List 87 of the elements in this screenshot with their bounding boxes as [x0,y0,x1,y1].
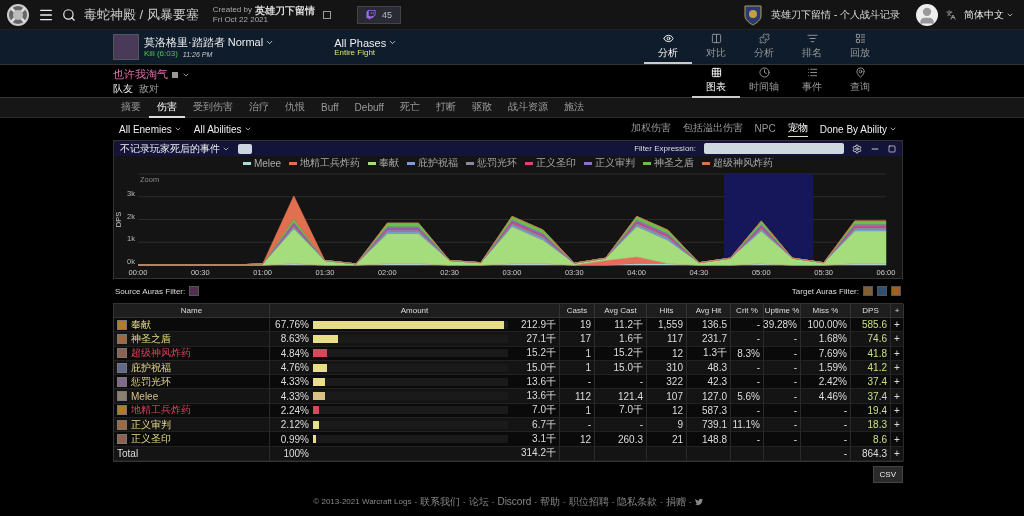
table-cell: 2.42% [801,375,851,390]
footer-separator: - [563,497,566,507]
created-by-label: Created by [212,5,252,14]
table-cell: 21 [647,432,687,447]
table-cell: 231.7 [687,332,731,347]
author-name: 英雄刀下留情 [255,4,315,16]
percent-text: 67.76% [274,319,309,331]
filter-expression-label: Filter Expression: [634,144,696,153]
source-auras-label: Source Auras Filter: [115,286,186,296]
table-cell: 42.3 [687,375,731,390]
report-title: 毒蛇神殿 / 风暴要塞 [84,5,199,24]
table-cell: 100.00% [801,318,851,333]
table-cell: 8.6 [851,432,891,447]
table-cell: 107 [647,389,687,404]
table-cell: - [595,418,647,433]
table-cell: 121.4 [595,389,647,404]
table-cell: 5.6% [731,389,764,404]
footer-separator: - [660,497,663,507]
percent-text: 0.99% [279,433,309,445]
footer-separator: - [491,497,495,507]
footer-separator: - [463,497,466,507]
amount-text: 3.1千 [531,432,556,447]
amount-text: 13.6千 [525,389,556,404]
percent-text: 4.33% [279,390,309,402]
table-cell: 585.6 [851,318,891,333]
table-cell: 11.2千 [595,318,647,333]
amount-text: 15.0千 [525,360,556,375]
amount-text: 6.7千 [531,417,556,432]
footer-separator: - [414,497,418,507]
percent-text: 8.63% [279,333,309,345]
kill-result: Kill (6:03) [144,50,178,59]
table-cell: 18.3 [851,418,891,433]
percent-text: 2.12% [279,419,309,431]
amount-text: 27.1千 [525,331,556,346]
table-cell: 739.1 [687,418,731,433]
table-cell: 19 [560,318,595,333]
table-cell: - [764,432,801,447]
percent-text: 4.33% [279,376,309,388]
table-cell: - [801,432,851,447]
table-cell: - [764,332,801,347]
table-cell: - [731,332,764,347]
table-cell: - [560,418,595,433]
table-cell: 127.0 [687,389,731,404]
table-cell: 37.4 [851,375,891,390]
table-cell: 136.5 [687,318,731,333]
table-cell: - [801,418,851,433]
table-cell: 1,559 [647,318,687,333]
table-cell: 117 [647,332,687,347]
footer-separator: - [611,497,615,507]
footer-separator: - [689,497,692,507]
table-cell: 9 [647,418,687,433]
table-cell: 17 [560,332,595,347]
percent-text: 100% [282,447,309,459]
table-cell: - [764,389,801,404]
table-cell: 12 [560,432,595,447]
player-name: 也许我淘气 [113,68,168,81]
table-cell: 39.28% [764,318,801,333]
amount-text: 15.2千 [525,346,556,361]
copyright-text: © 2013-2021 Warcraft Logs [313,497,412,507]
table-cell: 148.8 [687,432,731,447]
table-cell: 1.68% [801,332,851,347]
table-cell: - [764,375,801,390]
table-cell: - [560,375,595,390]
amount-text: 314.2千 [520,446,556,461]
percent-text: 4.84% [279,347,309,359]
table-cell: 112 [560,389,595,404]
table-cell: - [731,375,764,390]
table-cell: 37.4 [851,389,891,404]
table-cell: 74.6 [851,332,891,347]
percent-text: 2.24% [279,404,309,416]
table-cell: - [731,432,764,447]
table-cell: 4.46% [801,389,851,404]
table-cell: 322 [647,375,687,390]
footer-separator: - [534,497,537,507]
table-cell: - [731,318,764,333]
amount-text: 212.9千 [519,317,556,332]
phase-subtitle: Entire Fight [334,48,377,58]
table-cell: 1.6千 [595,332,647,347]
table-cell: - [595,375,647,390]
percent-text: 4.76% [279,362,309,374]
table-cell: 260.3 [595,432,647,447]
amount-text: 13.6千 [525,374,556,389]
amount-text: 7.0千 [531,403,556,418]
target-auras-label: Target Auras Filter: [791,286,859,296]
report-date: Fri Oct 22 2021 [212,15,269,25]
table-cell: - [764,418,801,433]
table-cell: 11.1% [731,418,764,433]
